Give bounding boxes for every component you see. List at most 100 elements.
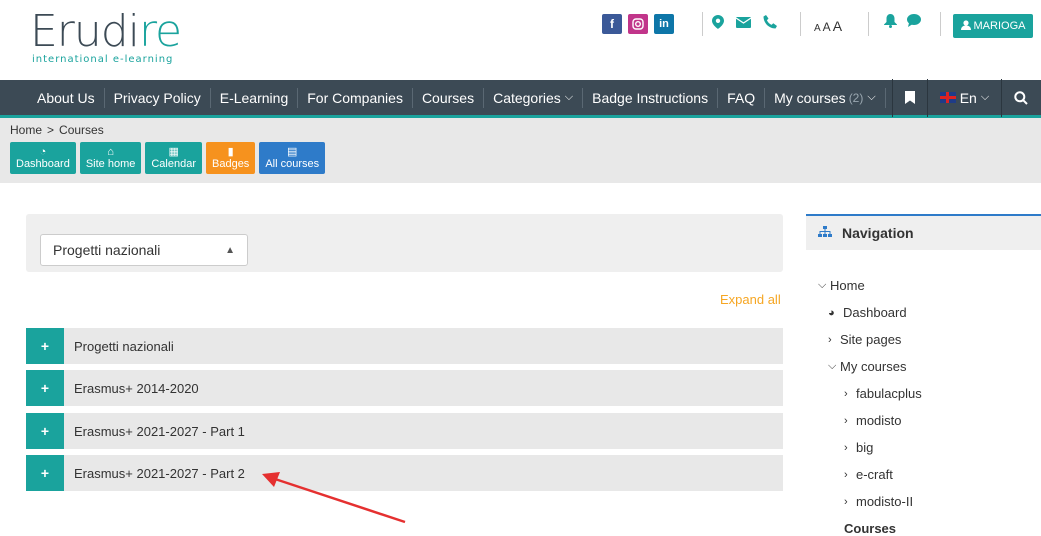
category-name[interactable]: Erasmus+ 2021-2027 - Part 2: [74, 466, 245, 481]
nav-for-companies[interactable]: For Companies: [298, 87, 413, 108]
nav-my-courses-label: My courses: [774, 89, 846, 106]
sitemap-icon: [818, 225, 832, 241]
category-select[interactable]: Progetti nazionali ▲: [40, 234, 248, 266]
chevron-down-icon: ⌵: [980, 91, 990, 103]
nav-my-courses[interactable]: My courses (2) ⌵: [765, 87, 886, 108]
notification-controls: [884, 14, 921, 31]
header-divider: [940, 12, 941, 36]
nav-tree-course[interactable]: › e-craft: [818, 461, 922, 488]
calendar-button[interactable]: ▦ Calendar: [145, 142, 202, 174]
navigation-block: Navigation ⌵ Home ◕ Dashboard › Site pag…: [806, 214, 1041, 536]
chevron-down-icon: ⌵: [564, 91, 574, 103]
instagram-icon[interactable]: [628, 14, 648, 34]
language-label: En: [959, 89, 977, 106]
nav-tree-course[interactable]: › fabulacplus: [818, 380, 922, 407]
category-name[interactable]: Erasmus+ 2014-2020: [74, 381, 199, 396]
quick-links: ◔ Dashboard ⌂ Site home ▦ Calendar ▮ Bad…: [10, 142, 326, 174]
nav-tree-home-label: Home: [830, 278, 865, 293]
nav-tree-dashboard[interactable]: ◕ Dashboard: [818, 299, 922, 326]
chevron-right-icon: ›: [828, 333, 832, 346]
nav-tree-course[interactable]: › modisto-II: [818, 488, 922, 515]
nav-tree-site-pages[interactable]: › Site pages: [818, 326, 922, 353]
nav-tree-home[interactable]: ⌵ Home: [818, 272, 922, 299]
uk-flag-icon: [939, 92, 956, 103]
bookmark-button[interactable]: [891, 78, 927, 117]
dashboard-icon: ◔: [39, 145, 47, 158]
breadcrumb-home[interactable]: Home: [10, 123, 42, 137]
site-logo[interactable]: Erudire international e-learning: [30, 8, 182, 66]
expand-plus-icon[interactable]: +: [26, 455, 64, 491]
badges-label: Badges: [212, 157, 250, 170]
nav-e-learning[interactable]: E-Learning: [211, 87, 299, 108]
expand-all-link[interactable]: Expand all: [720, 292, 781, 307]
page-header-bar: Home > Courses ◔ Dashboard ⌂ Site home ▦…: [0, 118, 1041, 183]
nav-courses[interactable]: Courses: [413, 87, 485, 108]
nav-tree-dashboard-label: Dashboard: [843, 305, 907, 320]
home-icon: ⌂: [107, 145, 114, 158]
language-switcher[interactable]: En ⌵: [926, 78, 1001, 117]
user-icon: [960, 19, 971, 33]
category-row[interactable]: + Erasmus+ 2021-2027 - Part 2: [26, 455, 783, 491]
mail-icon[interactable]: [735, 15, 752, 32]
chevron-right-icon: ›: [844, 468, 848, 481]
font-size-controls[interactable]: AAA: [814, 18, 844, 34]
nav-faq[interactable]: FAQ: [718, 87, 766, 108]
nav-badge-instructions[interactable]: Badge Instructions: [583, 87, 719, 108]
category-row[interactable]: + Erasmus+ 2014-2020: [26, 370, 783, 406]
site-home-button[interactable]: ⌂ Site home: [79, 142, 142, 174]
search-button[interactable]: [1001, 78, 1040, 117]
nav-tree-course-label: fabulacplus: [856, 386, 922, 401]
logo-tagline: international e-learning: [32, 54, 174, 65]
bell-icon[interactable]: [884, 14, 897, 31]
expand-plus-icon[interactable]: +: [26, 328, 64, 364]
badges-button[interactable]: ▮ Badges: [206, 142, 256, 174]
navigation-block-header: Navigation: [806, 214, 1041, 250]
dashboard-icon: ◕: [828, 306, 835, 319]
breadcrumb-separator: >: [47, 123, 55, 137]
phone-icon[interactable]: [763, 15, 777, 32]
category-row[interactable]: + Erasmus+ 2021-2027 - Part 1: [26, 413, 783, 449]
nav-tree-my-courses[interactable]: ⌵ My courses: [818, 353, 922, 380]
nav-tree-course-label: big: [856, 440, 874, 455]
nav-categories-label: Categories: [493, 89, 561, 106]
facebook-icon[interactable]: f: [602, 14, 622, 34]
breadcrumb-current[interactable]: Courses: [59, 123, 104, 137]
expand-plus-icon[interactable]: +: [26, 370, 64, 406]
user-menu-button[interactable]: MARIOGA: [953, 14, 1033, 38]
nav-tree-courses[interactable]: Courses: [818, 515, 922, 536]
nav-about-us[interactable]: About Us: [28, 87, 105, 108]
chat-icon[interactable]: [907, 14, 921, 31]
category-name[interactable]: Progetti nazionali: [74, 339, 174, 354]
category-select-panel: Progetti nazionali ▲: [26, 214, 783, 272]
all-courses-label: All courses: [265, 157, 320, 170]
nav-tree-courses-label: Courses: [844, 521, 897, 536]
my-courses-count: (2): [848, 90, 864, 105]
site-header: Erudire international e-learning f in AA…: [0, 0, 1041, 80]
nav-tree-site-pages-label: Site pages: [840, 332, 902, 347]
social-links: f in: [602, 14, 674, 34]
bookmark-icon: [904, 91, 915, 104]
breadcrumb: Home > Courses: [10, 123, 104, 137]
nav-tree-course[interactable]: › big: [818, 434, 922, 461]
nav-tree-course-label: modisto-II: [856, 494, 914, 509]
site-home-label: Site home: [85, 157, 136, 170]
all-courses-button[interactable]: ▤ All courses: [259, 142, 326, 174]
contact-links: [712, 15, 777, 32]
nav-privacy-policy[interactable]: Privacy Policy: [105, 87, 211, 108]
nav-categories[interactable]: Categories ⌵: [484, 87, 584, 108]
location-icon[interactable]: [712, 15, 724, 32]
expand-plus-icon[interactable]: +: [26, 413, 64, 449]
book-icon: ▤: [287, 145, 298, 158]
linkedin-icon[interactable]: in: [654, 14, 674, 34]
dashboard-label: Dashboard: [16, 157, 70, 170]
navigation-tree: ⌵ Home ◕ Dashboard › Site pages ⌵ My cou…: [818, 272, 922, 536]
nav-tree-my-courses-label: My courses: [840, 359, 907, 374]
dashboard-button[interactable]: ◔ Dashboard: [10, 142, 76, 174]
chevron-right-icon: ›: [844, 495, 848, 508]
chevron-right-icon: ›: [844, 387, 848, 400]
chevron-right-icon: ›: [844, 414, 848, 427]
nav-tree-course-label: modisto: [856, 413, 902, 428]
category-row[interactable]: + Progetti nazionali: [26, 328, 783, 364]
nav-tree-course[interactable]: › modisto: [818, 407, 922, 434]
category-name[interactable]: Erasmus+ 2021-2027 - Part 1: [74, 424, 245, 439]
